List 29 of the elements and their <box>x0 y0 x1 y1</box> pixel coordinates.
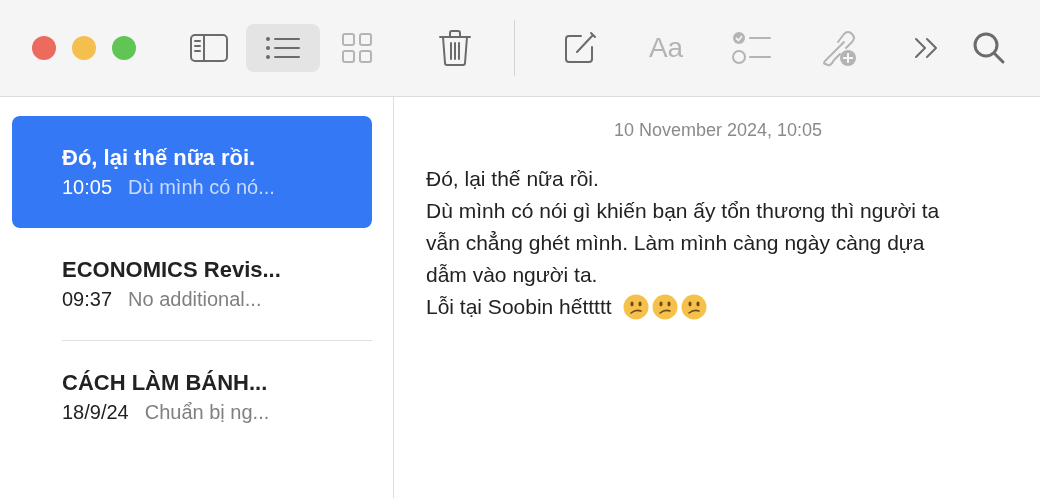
compose-icon <box>563 31 597 65</box>
trash-icon <box>438 29 472 67</box>
note-time: 10:05 <box>62 175 113 200</box>
window-control-button[interactable] <box>112 36 136 60</box>
confused-face-icon <box>680 294 707 320</box>
note-preview: Chuẩn bị ng... <box>144 400 270 425</box>
checklist-icon <box>732 31 772 65</box>
note-paragraph: Lỗi tại Soobin hếttttt <box>426 294 612 320</box>
grid-icon <box>341 32 373 64</box>
note-title: CÁCH LÀM BÁNH... <box>62 369 269 397</box>
confused-face-icon <box>622 294 649 320</box>
confused-face-icon <box>651 294 678 320</box>
note-title: ECONOMICS Revis... <box>62 256 282 284</box>
note-time: 09:37 <box>62 287 113 312</box>
list-icon <box>265 35 301 61</box>
note-preview: No additional... <box>128 287 262 312</box>
note-time: 18/9/24 <box>62 400 129 425</box>
note-title: Đó, lại thế nữa rồi. <box>62 144 257 172</box>
sidebar-icon <box>189 33 229 63</box>
search-icon <box>972 31 1006 65</box>
note-item[interactable]: Đó, lại thế nữa rồi. 10:05 Dù mình có nó... <box>12 116 372 228</box>
window-control-button[interactable] <box>32 36 56 60</box>
note-item[interactable]: ECONOMICS Revis... 09:37 No additional... <box>12 228 372 340</box>
list-button[interactable] <box>246 24 320 72</box>
note-item[interactable]: CÁCH LÀM BÁNH... 18/9/24 Chuẩn bị ng... <box>12 341 372 453</box>
note-preview: Dù mình có nó... <box>128 175 275 200</box>
note-paragraph: Đó, lại thế nữa rồi. <box>426 166 599 192</box>
note-date: 10 November 2024, 10:05 <box>613 119 823 142</box>
note-paragraph: Dù mình có nói gì khiến bạn ấy tổn thương thì người ta vẫn chẳng ghét mình. Làm mình càng ngày càng dựa dẫm vào người ta. <box>426 198 941 288</box>
